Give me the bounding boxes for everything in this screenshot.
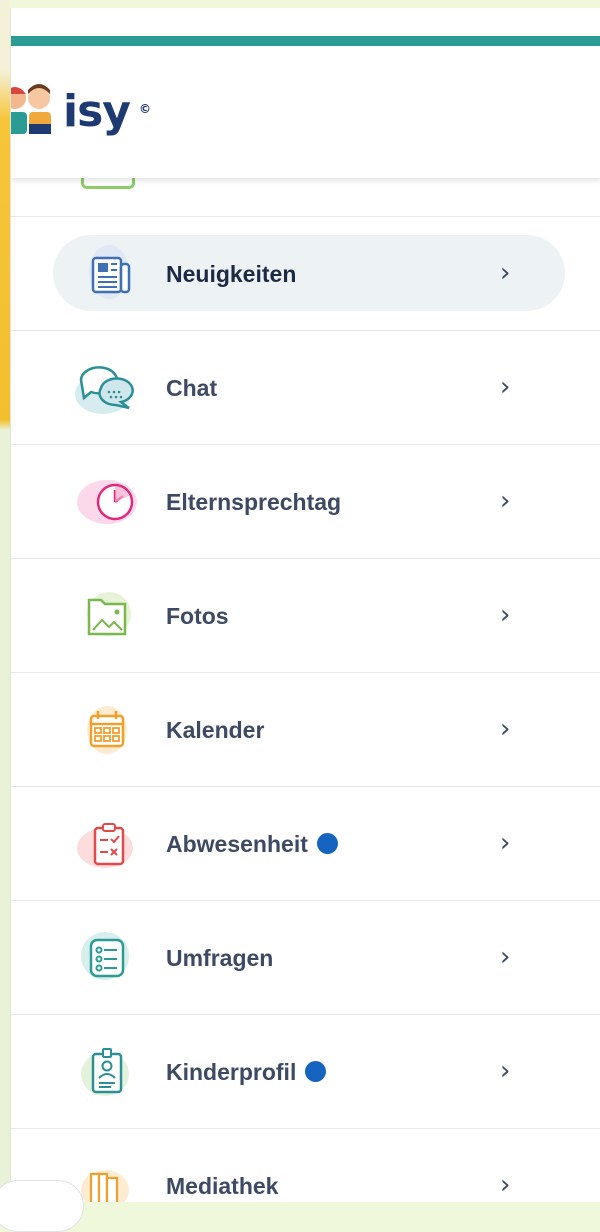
menu-item-label: Neuigkeiten	[166, 261, 297, 287]
notification-badge	[305, 1061, 327, 1082]
notification-badge	[316, 833, 338, 854]
logo-kids-icon	[11, 84, 51, 134]
chevron-right-icon: ›	[500, 258, 511, 288]
chat-bubbles-icon	[75, 366, 134, 414]
chevron-right-icon: ›	[500, 600, 511, 630]
menu-item-label: Elternsprechtag	[166, 489, 342, 515]
logo-text: isy	[63, 86, 131, 137]
menu-item-label: Mediathek	[166, 1173, 279, 1199]
menu-item-abwesenheit[interactable]: Abwesenheit ›	[11, 787, 600, 901]
chevron-right-icon: ›	[500, 1170, 511, 1200]
library-books-icon	[81, 1170, 129, 1202]
drawer-header: isy ©	[11, 46, 600, 178]
survey-list-icon	[81, 932, 129, 980]
absence-clipboard-icon	[77, 823, 133, 868]
navigation-drawer: isy © Neuigkeiten › Chat › Elternsprecht…	[10, 8, 600, 1202]
menu-item-chat[interactable]: Chat ›	[11, 331, 600, 445]
chevron-right-icon: ›	[500, 486, 511, 516]
chevron-right-icon: ›	[500, 828, 511, 858]
menu-item-label: Umfragen	[166, 945, 274, 971]
menu-item-label: Kalender	[166, 717, 265, 743]
calendar-icon	[87, 706, 127, 754]
menu-item-kinderprofil[interactable]: Kinderprofil ›	[11, 1015, 600, 1129]
chevron-right-icon: ›	[500, 714, 511, 744]
menu-item-label: Fotos	[166, 603, 229, 629]
floating-button-edge[interactable]	[0, 1180, 84, 1232]
menu-item-kalender[interactable]: Kalender ›	[11, 673, 600, 787]
photo-folder-icon	[87, 592, 131, 636]
child-profile-icon	[81, 1048, 129, 1096]
drawer-menu: Neuigkeiten › Chat › Elternsprechtag › F…	[11, 176, 600, 1202]
menu-item-label: Kinderprofil	[166, 1059, 327, 1086]
logo-copyright: ©	[139, 102, 151, 116]
chevron-right-icon: ›	[500, 1056, 511, 1086]
clock-icon	[77, 480, 137, 524]
menu-item-label: Chat	[166, 375, 218, 401]
newspaper-icon	[89, 245, 131, 299]
menu-item-neuigkeiten[interactable]: Neuigkeiten ›	[11, 217, 600, 331]
background-strip	[0, 0, 10, 1202]
chevron-right-icon: ›	[500, 942, 511, 972]
menu-item-mediathek[interactable]: Mediathek ›	[11, 1129, 600, 1202]
partial-menu-item	[11, 176, 600, 217]
menu-item-umfragen[interactable]: Umfragen ›	[11, 901, 600, 1015]
accent-bar	[11, 36, 600, 46]
chevron-right-icon: ›	[500, 372, 511, 402]
menu-item-fotos[interactable]: Fotos ›	[11, 559, 600, 673]
menu-item-label: Abwesenheit	[166, 831, 338, 858]
menu-item-elternsprechtag[interactable]: Elternsprechtag ›	[11, 445, 600, 559]
